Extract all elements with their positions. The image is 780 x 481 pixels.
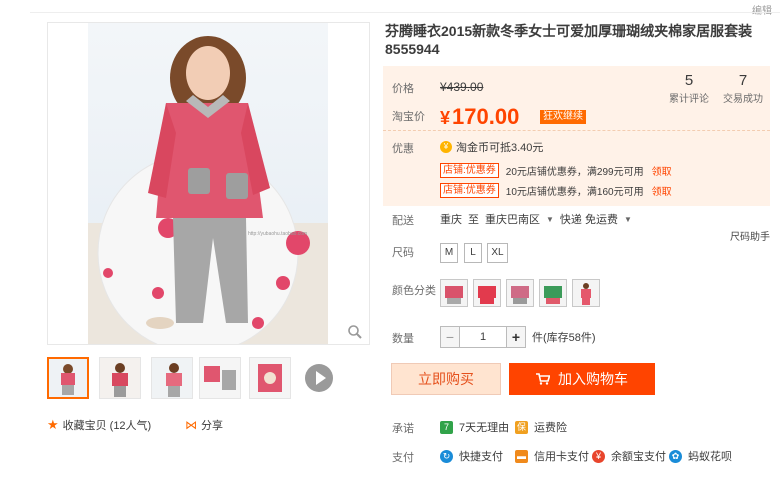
coupon-tag: 店铺:优惠券 <box>440 183 499 198</box>
reviews-count: 5 <box>684 72 694 89</box>
original-price: ¥439.00 <box>440 80 484 94</box>
add-to-cart-button[interactable]: 加入购物车 <box>509 363 655 395</box>
thumbnail-4[interactable] <box>199 357 241 399</box>
coin-text: 淘金币可抵3.40元 <box>456 142 544 154</box>
coupon-row-2: 店铺:优惠券 10元店铺优惠券，满160元可用 领取 <box>440 183 672 198</box>
coupon-row-1: 店铺:优惠券 20元店铺优惠券，满299元可用 领取 <box>440 163 672 178</box>
color-option-1[interactable] <box>440 279 468 307</box>
promise-7day-text: 7天无理由 <box>459 422 510 434</box>
thumbnail-3[interactable] <box>151 357 193 399</box>
promise-insurance-text: 运费险 <box>534 422 567 434</box>
product-photo <box>48 23 369 344</box>
thumbnail-5[interactable] <box>249 357 291 399</box>
payment-huabei-text: 蚂蚁花呗 <box>688 451 732 463</box>
video-play-icon[interactable] <box>305 364 333 392</box>
share-icon: ⋈ <box>185 418 197 432</box>
quantity-input[interactable]: 1 <box>460 326 506 348</box>
color-option-5[interactable] <box>572 279 600 307</box>
credit-card-icon: ▬ <box>515 449 528 463</box>
currency-symbol: ¥ <box>440 108 451 128</box>
sales-stat: 7 交易成功 <box>718 72 768 105</box>
promo-badge: 狂欢继续 <box>540 110 586 124</box>
sales-count: 7 <box>738 72 748 89</box>
color-option-3[interactable] <box>506 279 534 307</box>
payment-credit-card[interactable]: ▬ 信用卡支付 <box>515 448 589 464</box>
share-label: 分享 <box>201 420 223 432</box>
ship-to-word: 至 <box>468 214 479 226</box>
quantity-plus-button[interactable]: + <box>506 326 526 348</box>
main-product-image[interactable]: http://yubaohu.taobao.com <box>47 22 370 345</box>
payment-yuebao-text: 余额宝支付 <box>611 451 666 463</box>
coin-icon: ¥ <box>440 141 452 153</box>
coupon-text: 20元店铺优惠券，满299元可用 <box>505 167 644 178</box>
color-option-2[interactable] <box>473 279 501 307</box>
promise-7day[interactable]: 7 7天无理由 <box>440 419 509 435</box>
quantity-stepper: − 1 + 件(库存58件) <box>440 326 596 348</box>
reviews-stat[interactable]: 5 累计评论 <box>664 72 714 105</box>
reviews-label: 累计评论 <box>669 94 709 105</box>
size-label: 尺码 <box>392 247 414 259</box>
taobao-price-label: 淘宝价 <box>392 111 425 123</box>
chevron-down-icon[interactable]: ▼ <box>624 215 632 224</box>
seven-day-return-icon: 7 <box>440 420 453 434</box>
ship-from: 重庆 <box>440 214 462 226</box>
color-label: 颜色分类 <box>392 285 436 297</box>
cart-icon <box>536 373 550 385</box>
yuebao-icon: ¥ <box>592 449 605 463</box>
thumbnail-1[interactable] <box>47 357 89 399</box>
add-to-cart-label: 加入购物车 <box>558 371 628 387</box>
star-icon: ★ <box>47 417 59 432</box>
payment-yuebao[interactable]: ¥ 余额宝支付 <box>592 448 666 464</box>
share-button[interactable]: ⋈ 分享 <box>185 417 223 433</box>
chevron-down-icon[interactable]: ▼ <box>546 215 554 224</box>
zoom-icon[interactable] <box>347 324 363 340</box>
payment-quick[interactable]: ↻ 快捷支付 <box>440 448 503 464</box>
coupon-tag: 店铺:优惠券 <box>440 163 499 178</box>
sales-label: 交易成功 <box>723 94 763 105</box>
coupon-claim-link[interactable]: 领取 <box>652 183 672 198</box>
shipping-insurance-icon: 保 <box>515 420 528 434</box>
size-option-m[interactable]: M <box>440 243 458 263</box>
original-price-label: 价格 <box>392 83 414 95</box>
product-title: 芬腾睡衣2015新款冬季女士可爱加厚珊瑚绒夹棉家居服套装8555944 <box>385 23 753 57</box>
edit-link[interactable]: 编辑 <box>752 2 772 17</box>
watermark: http://yubaohu.taobao.com <box>248 231 308 237</box>
huabei-icon: ✿ <box>669 449 682 463</box>
coin-discount: ¥ 淘金币可抵3.40元 <box>440 139 543 155</box>
payment-label: 支付 <box>392 452 414 464</box>
color-option-4[interactable] <box>539 279 567 307</box>
thumbnail-2[interactable] <box>99 357 141 399</box>
top-divider <box>30 12 780 13</box>
ship-destination[interactable]: 重庆巴南区 <box>485 211 540 227</box>
shipping-label: 配送 <box>392 215 414 227</box>
size-option-xl[interactable]: XL <box>487 243 508 263</box>
taobao-price: ¥ 170.00 <box>440 104 519 130</box>
discount-label: 优惠 <box>392 143 414 155</box>
buy-now-button[interactable]: 立即购买 <box>391 363 501 395</box>
payment-quick-text: 快捷支付 <box>459 451 503 463</box>
stock-info: 件(库存58件) <box>532 332 596 344</box>
quick-pay-icon: ↻ <box>440 449 453 463</box>
promise-shipping-insurance[interactable]: 保 运费险 <box>515 419 567 435</box>
favorite-label: 收藏宝贝 <box>62 420 107 432</box>
payment-credit-text: 信用卡支付 <box>534 451 589 463</box>
ship-method[interactable]: 快递 免运费 <box>560 211 618 227</box>
price-divider <box>383 130 770 131</box>
size-option-l[interactable]: L <box>464 243 482 263</box>
quantity-label: 数量 <box>392 333 414 345</box>
coupon-claim-link[interactable]: 领取 <box>652 163 672 178</box>
shipping-info: 重庆 至 重庆巴南区 ▼ 快递 免运费 ▼ <box>440 211 638 227</box>
favorite-button[interactable]: ★ 收藏宝贝 (12人气) <box>47 417 151 433</box>
quantity-minus-button[interactable]: − <box>440 326 460 348</box>
taobao-price-value: 170.00 <box>452 104 520 129</box>
promise-label: 承诺 <box>392 423 414 435</box>
payment-huabei[interactable]: ✿ 蚂蚁花呗 <box>669 448 732 464</box>
coupon-text: 10元店铺优惠券，满160元可用 <box>505 187 644 198</box>
favorite-count: (12人气) <box>109 420 152 432</box>
thumbnail-strip <box>47 357 347 401</box>
price-panel: 价格 ¥439.00 淘宝价 ¥ 170.00 狂欢继续 5 累计评论 7 交易… <box>383 66 770 206</box>
size-helper-link[interactable]: 尺码助手 <box>730 228 770 243</box>
